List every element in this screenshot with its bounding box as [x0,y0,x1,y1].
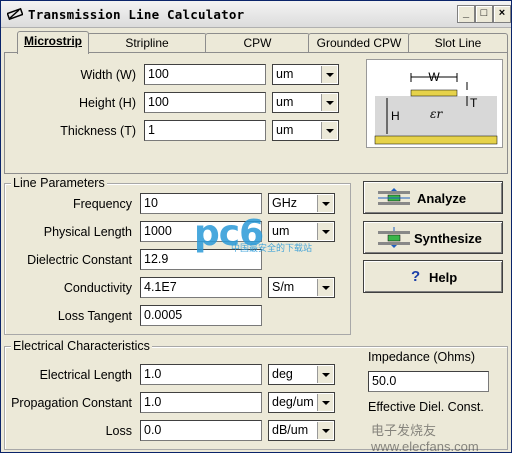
conductivity-label: Conductivity [63,281,132,295]
physical-length-label: Physical Length [43,225,132,239]
close-button[interactable]: × [493,5,511,23]
width-unit-select[interactable]: um [272,64,339,85]
conductivity-unit-value: S/m [272,280,295,294]
impedance-input[interactable]: 50.0 [368,371,489,392]
loss-input[interactable]: 0.0 [140,420,262,441]
geometry-panel: Width (W) 100 um Height (H) 100 um Thick… [4,52,508,174]
electrical-length-input[interactable]: 1.0 [140,364,262,385]
chevron-down-icon [317,394,333,411]
height-unit-value: um [276,95,294,109]
loss-label: Loss [105,424,132,438]
help-button[interactable]: ? Help [363,260,503,293]
chevron-down-icon [317,366,333,383]
diagram-w-label: W [428,70,440,84]
frequency-unit-select[interactable]: GHz [268,193,335,214]
electrical-length-unit-select[interactable]: deg [268,364,335,385]
window-title: Transmission Line Calculator [28,7,245,22]
physical-length-unit-select[interactable]: um [268,221,335,242]
analyze-button-label: Analyze [417,191,467,206]
height-label: Height (H) [79,96,136,110]
diagram-t-label: T [470,96,478,110]
propagation-constant-input[interactable]: 1.0 [140,392,262,413]
thickness-label: Thickness (T) [60,124,136,138]
electrical-characteristics-title: Electrical Characteristics [11,339,152,353]
tab-bar: Microstrip Stripline CPW Grounded CPW Sl… [1,31,511,54]
frequency-input[interactable]: 10 [140,193,262,214]
app-icon [7,7,23,21]
chevron-down-icon [321,66,337,83]
conductivity-unit-select[interactable]: S/m [268,277,335,298]
width-label: Width (W) [80,68,136,82]
question-mark-icon: ? [411,268,421,285]
line-parameters-title: Line Parameters [11,176,107,190]
synthesize-icon [378,227,410,248]
chevron-down-icon [317,195,333,212]
microstrip-diagram: W H T εr [366,59,503,148]
help-button-label: Help [429,270,458,285]
analyze-button[interactable]: Analyze [363,181,503,214]
dielectric-constant-label: Dielectric Constant [27,253,132,267]
width-input[interactable]: 100 [144,64,266,85]
thickness-unit-value: um [276,123,294,137]
synthesize-button[interactable]: Synthesize [363,221,503,254]
electrical-length-unit-value: deg [272,367,293,381]
thickness-unit-select[interactable]: um [272,120,339,141]
tab-cpw[interactable]: CPW [205,33,310,53]
title-bar: Transmission Line Calculator _ □ × [1,1,511,28]
tab-grounded-cpw[interactable]: Grounded CPW [308,33,410,53]
diagram-er-label: εr [430,107,443,121]
chevron-down-icon [321,94,337,111]
effective-dielectric-label: Effective Diel. Const. [368,400,484,414]
loss-unit-select[interactable]: dB/um [268,420,335,441]
chevron-down-icon [317,223,333,240]
tab-slot-line[interactable]: Slot Line [408,33,508,53]
propagation-constant-unit-value: deg/um [272,395,314,409]
tab-microstrip[interactable]: Microstrip [17,31,89,54]
impedance-label: Impedance (Ohms) [368,350,475,364]
width-unit-value: um [276,67,294,81]
thickness-input[interactable]: 1 [144,120,266,141]
minimize-button[interactable]: _ [457,5,475,23]
diagram-h-label: H [391,109,400,123]
loss-unit-value: dB/um [272,423,309,437]
loss-tangent-label: Loss Tangent [57,309,132,323]
elecfans-watermark: 电子发烧友 www.elecfans.com [371,423,479,454]
frequency-unit-value: GHz [272,196,297,210]
synthesize-button-label: Synthesize [414,231,482,246]
electrical-length-label: Electrical Length [39,368,132,382]
loss-tangent-input[interactable]: 0.0005 [140,305,262,326]
chevron-down-icon [321,122,337,139]
app-window: Transmission Line Calculator _ □ × Micro… [0,0,512,454]
analyze-icon [378,188,410,205]
conductivity-input[interactable]: 4.1E7 [140,277,262,298]
maximize-button[interactable]: □ [475,5,493,23]
pc6-watermark-subtitle: 中国最安全的下载站 [231,243,313,253]
height-input[interactable]: 100 [144,92,266,113]
propagation-constant-label: Propagation Constant [11,396,132,410]
propagation-constant-unit-select[interactable]: deg/um [268,392,335,413]
physical-length-unit-value: um [272,224,290,238]
chevron-down-icon [317,422,333,439]
frequency-label: Frequency [72,197,132,211]
height-unit-select[interactable]: um [272,92,339,113]
tab-stripline[interactable]: Stripline [87,33,207,53]
chevron-down-icon [317,279,333,296]
